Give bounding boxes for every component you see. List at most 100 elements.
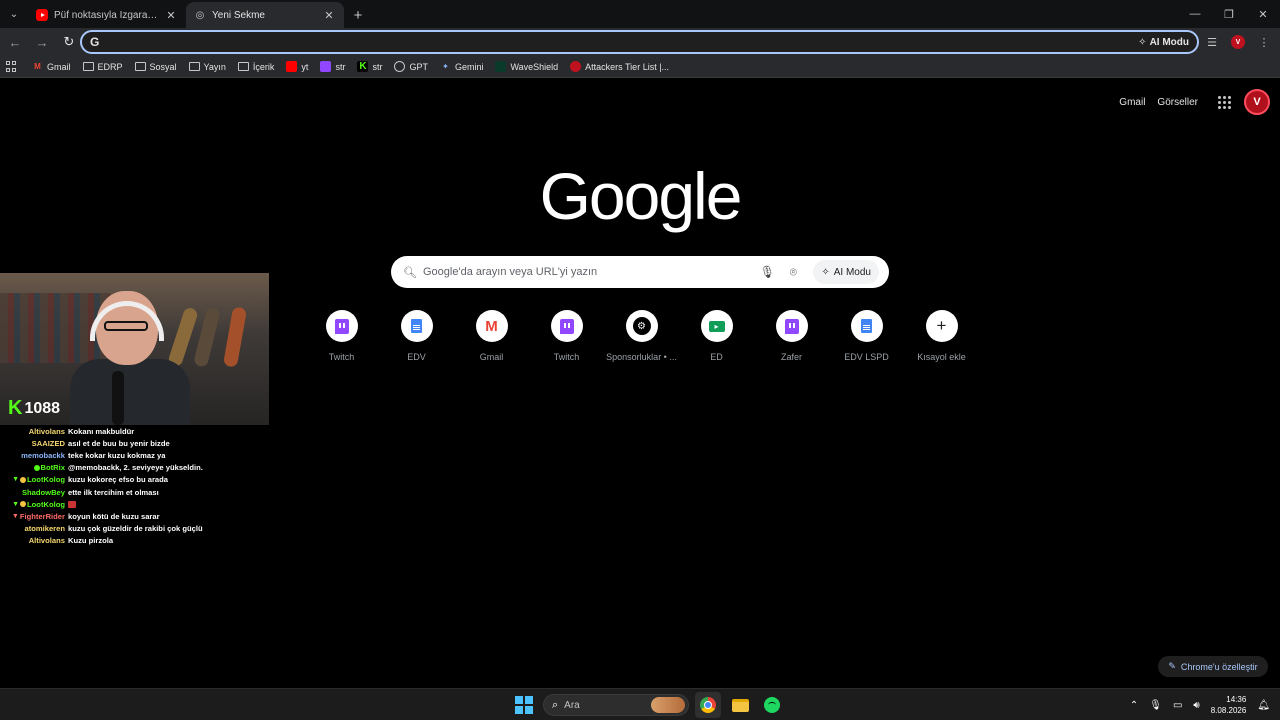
close-icon[interactable]: ✕: [322, 8, 336, 22]
shortcut-label: Sponsorluklar • ...: [606, 352, 677, 362]
forward-button[interactable]: →: [30, 30, 54, 54]
shortcut-label: Zafer: [780, 352, 802, 362]
bookmark-label: EDRP: [97, 61, 123, 72]
file-explorer-icon: [731, 698, 749, 712]
bookmark-yayin[interactable]: Yayın: [183, 57, 232, 77]
bookmark-sosyal[interactable]: Sosyal: [129, 57, 183, 77]
viewer-count: 1088: [24, 399, 61, 417]
bookmark-label: İçerik: [252, 61, 275, 72]
gmail-link[interactable]: Gmail: [1113, 97, 1151, 108]
images-link[interactable]: Görseller: [1151, 97, 1204, 108]
search-highlight-image: [651, 697, 685, 713]
bookmark-yt[interactable]: yt: [280, 57, 314, 77]
chat-user: Altivolans: [0, 536, 68, 545]
minimize-button[interactable]: —: [1178, 0, 1212, 28]
shortcut-label: Twitch: [328, 352, 355, 362]
customize-chrome-button[interactable]: ✎ Chrome'u özelleştir: [1158, 656, 1268, 677]
shortcut-twitch-2[interactable]: Twitch: [529, 310, 604, 362]
close-window-button[interactable]: ✕: [1246, 0, 1280, 28]
shortcut-gmail[interactable]: M Gmail: [454, 310, 529, 362]
bookmark-edrp[interactable]: EDRP: [77, 57, 129, 77]
shortcut-twitch[interactable]: Twitch: [304, 310, 379, 362]
tab-youtube[interactable]: Püf noktasıyla Izgara Bonfile! 🔥 ✕: [28, 2, 186, 28]
lens-camera-icon[interactable]: ⌾: [781, 260, 805, 284]
close-icon[interactable]: ✕: [164, 8, 178, 22]
chat-username: memobackk: [21, 450, 65, 460]
taskbar-spotify[interactable]: [759, 692, 785, 718]
shortcut-zafer[interactable]: Zafer: [754, 310, 829, 362]
shortcut-ed[interactable]: ▸ ED: [679, 310, 754, 362]
ed-icon: ▸: [708, 320, 725, 332]
address-input[interactable]: [106, 35, 1139, 49]
chat-username: LootKolog: [27, 475, 65, 485]
chat-message: BotRix @memobackk, 2. seviyeye yükseldin.: [0, 462, 280, 474]
bookmark-label: Yayın: [203, 61, 226, 72]
attackers-icon: [570, 61, 582, 72]
chat-text: kuzu kokoreç efso bu arada: [68, 475, 169, 485]
windows-start-icon[interactable]: [515, 696, 533, 714]
menu-icon[interactable]: ⋮: [1254, 32, 1274, 52]
bookmark-attackers[interactable]: Attackers Tier List |...: [564, 57, 675, 77]
shortcut-label: Twitch: [553, 352, 580, 362]
customize-label: Chrome'u özelleştir: [1180, 661, 1258, 672]
chat-username: ShadowBey: [21, 487, 65, 497]
ai-mode-button[interactable]: ✧ AI Modu: [1138, 37, 1189, 48]
bookmark-label: str: [335, 61, 346, 72]
ntp-search-box[interactable]: 🔍︎ 🎙︎ ⌾ ✧AI Modu: [391, 256, 889, 288]
tab-strip: ⌄ Püf noktasıyla Izgara Bonfile! 🔥 ✕ ◎ Y…: [0, 0, 1280, 28]
shortcut-label: EDV LSPD: [844, 352, 889, 362]
shortcut-label: Gmail: [479, 352, 504, 362]
twitch-icon: [320, 61, 332, 72]
taskbar-chrome[interactable]: [695, 692, 721, 718]
shortcut-sponsorluklar[interactable]: ⚙ Sponsorluklar • ...: [604, 310, 679, 362]
google-logo: Google: [539, 159, 743, 233]
chat-user: Altivolans: [0, 427, 68, 436]
bookmark-gemini[interactable]: ✦ Gemini: [434, 57, 490, 77]
volume-icon[interactable]: 🔊︎: [1193, 700, 1199, 711]
bookmark-gpt[interactable]: GPT: [388, 57, 434, 77]
account-avatar[interactable]: V: [1244, 89, 1270, 115]
chat-username: BotRix: [40, 463, 65, 473]
google-apps-icon[interactable]: [1210, 90, 1238, 114]
chat-text: teke kokar kuzu kokmaz ya: [68, 450, 166, 460]
address-bar[interactable]: G ✧ AI Modu: [80, 30, 1199, 54]
network-icon[interactable]: ▭: [1173, 700, 1182, 711]
new-tab-button[interactable]: +: [344, 2, 372, 28]
notification-icon[interactable]: 🔔︎: [1257, 700, 1270, 711]
chat-text: Kokanı makbuldür: [68, 426, 135, 436]
ntp-search-input[interactable]: [423, 266, 754, 278]
stream-chat: Altivolans Kokanı makbuldür SAAIZED asıl et…: [0, 425, 280, 547]
microphone-icon[interactable]: 🎙︎: [755, 260, 779, 284]
chat-text: Kuzu pirzola: [68, 536, 114, 546]
folder-icon: [134, 62, 146, 71]
shortcut-edv-lspd[interactable]: EDV LSPD: [829, 310, 904, 362]
microphone-icon[interactable]: 🎙︎: [1149, 700, 1162, 711]
restore-button[interactable]: ❐: [1212, 0, 1246, 28]
back-button[interactable]: ←: [3, 30, 27, 54]
bookmark-icerik[interactable]: İçerik: [232, 57, 281, 77]
apps-grid-icon[interactable]: [6, 60, 18, 73]
bookmark-waveshield[interactable]: WaveShield: [489, 57, 564, 77]
clock[interactable]: 14:36 8.08.2026: [1211, 694, 1247, 716]
bookmark-str-kick[interactable]: Kstr: [351, 57, 388, 77]
ai-mode-button[interactable]: ✧ AI Modu: [813, 260, 879, 284]
shortcut-add[interactable]: + Kısayol ekle: [904, 310, 979, 362]
twitch-icon: [334, 318, 349, 334]
shortcut-edv[interactable]: EDV: [379, 310, 454, 362]
taskbar-search[interactable]: ⌕ Ara: [543, 694, 689, 716]
taskbar-search-placeholder: Ara: [564, 699, 580, 711]
chat-user: ShadowBey: [0, 488, 68, 497]
chat-message: Altivolans Kuzu pirzola: [0, 535, 280, 547]
chevron-up-icon[interactable]: ⌃: [1130, 700, 1138, 711]
tab-search-button[interactable]: ⌄: [0, 0, 28, 28]
profile-button[interactable]: V: [1228, 32, 1248, 52]
bookmark-gmail[interactable]: M Gmail: [26, 57, 77, 77]
reload-button[interactable]: ↻: [57, 30, 81, 54]
browser-toolbar: ← → ↻ G ✧ AI Modu ☰ V ⋮: [0, 28, 1280, 56]
tab-new-tab[interactable]: ◎ Yeni Sekme ✕: [186, 2, 344, 28]
taskbar-file-explorer[interactable]: [727, 692, 753, 718]
chat-text: kuzu çok güzeldir de rakibi çok güçlü: [68, 524, 203, 534]
bookmark-str-twitch[interactable]: str: [314, 57, 351, 77]
reading-list-icon[interactable]: ☰: [1202, 32, 1222, 52]
chat-username: FighterRider: [19, 511, 65, 521]
